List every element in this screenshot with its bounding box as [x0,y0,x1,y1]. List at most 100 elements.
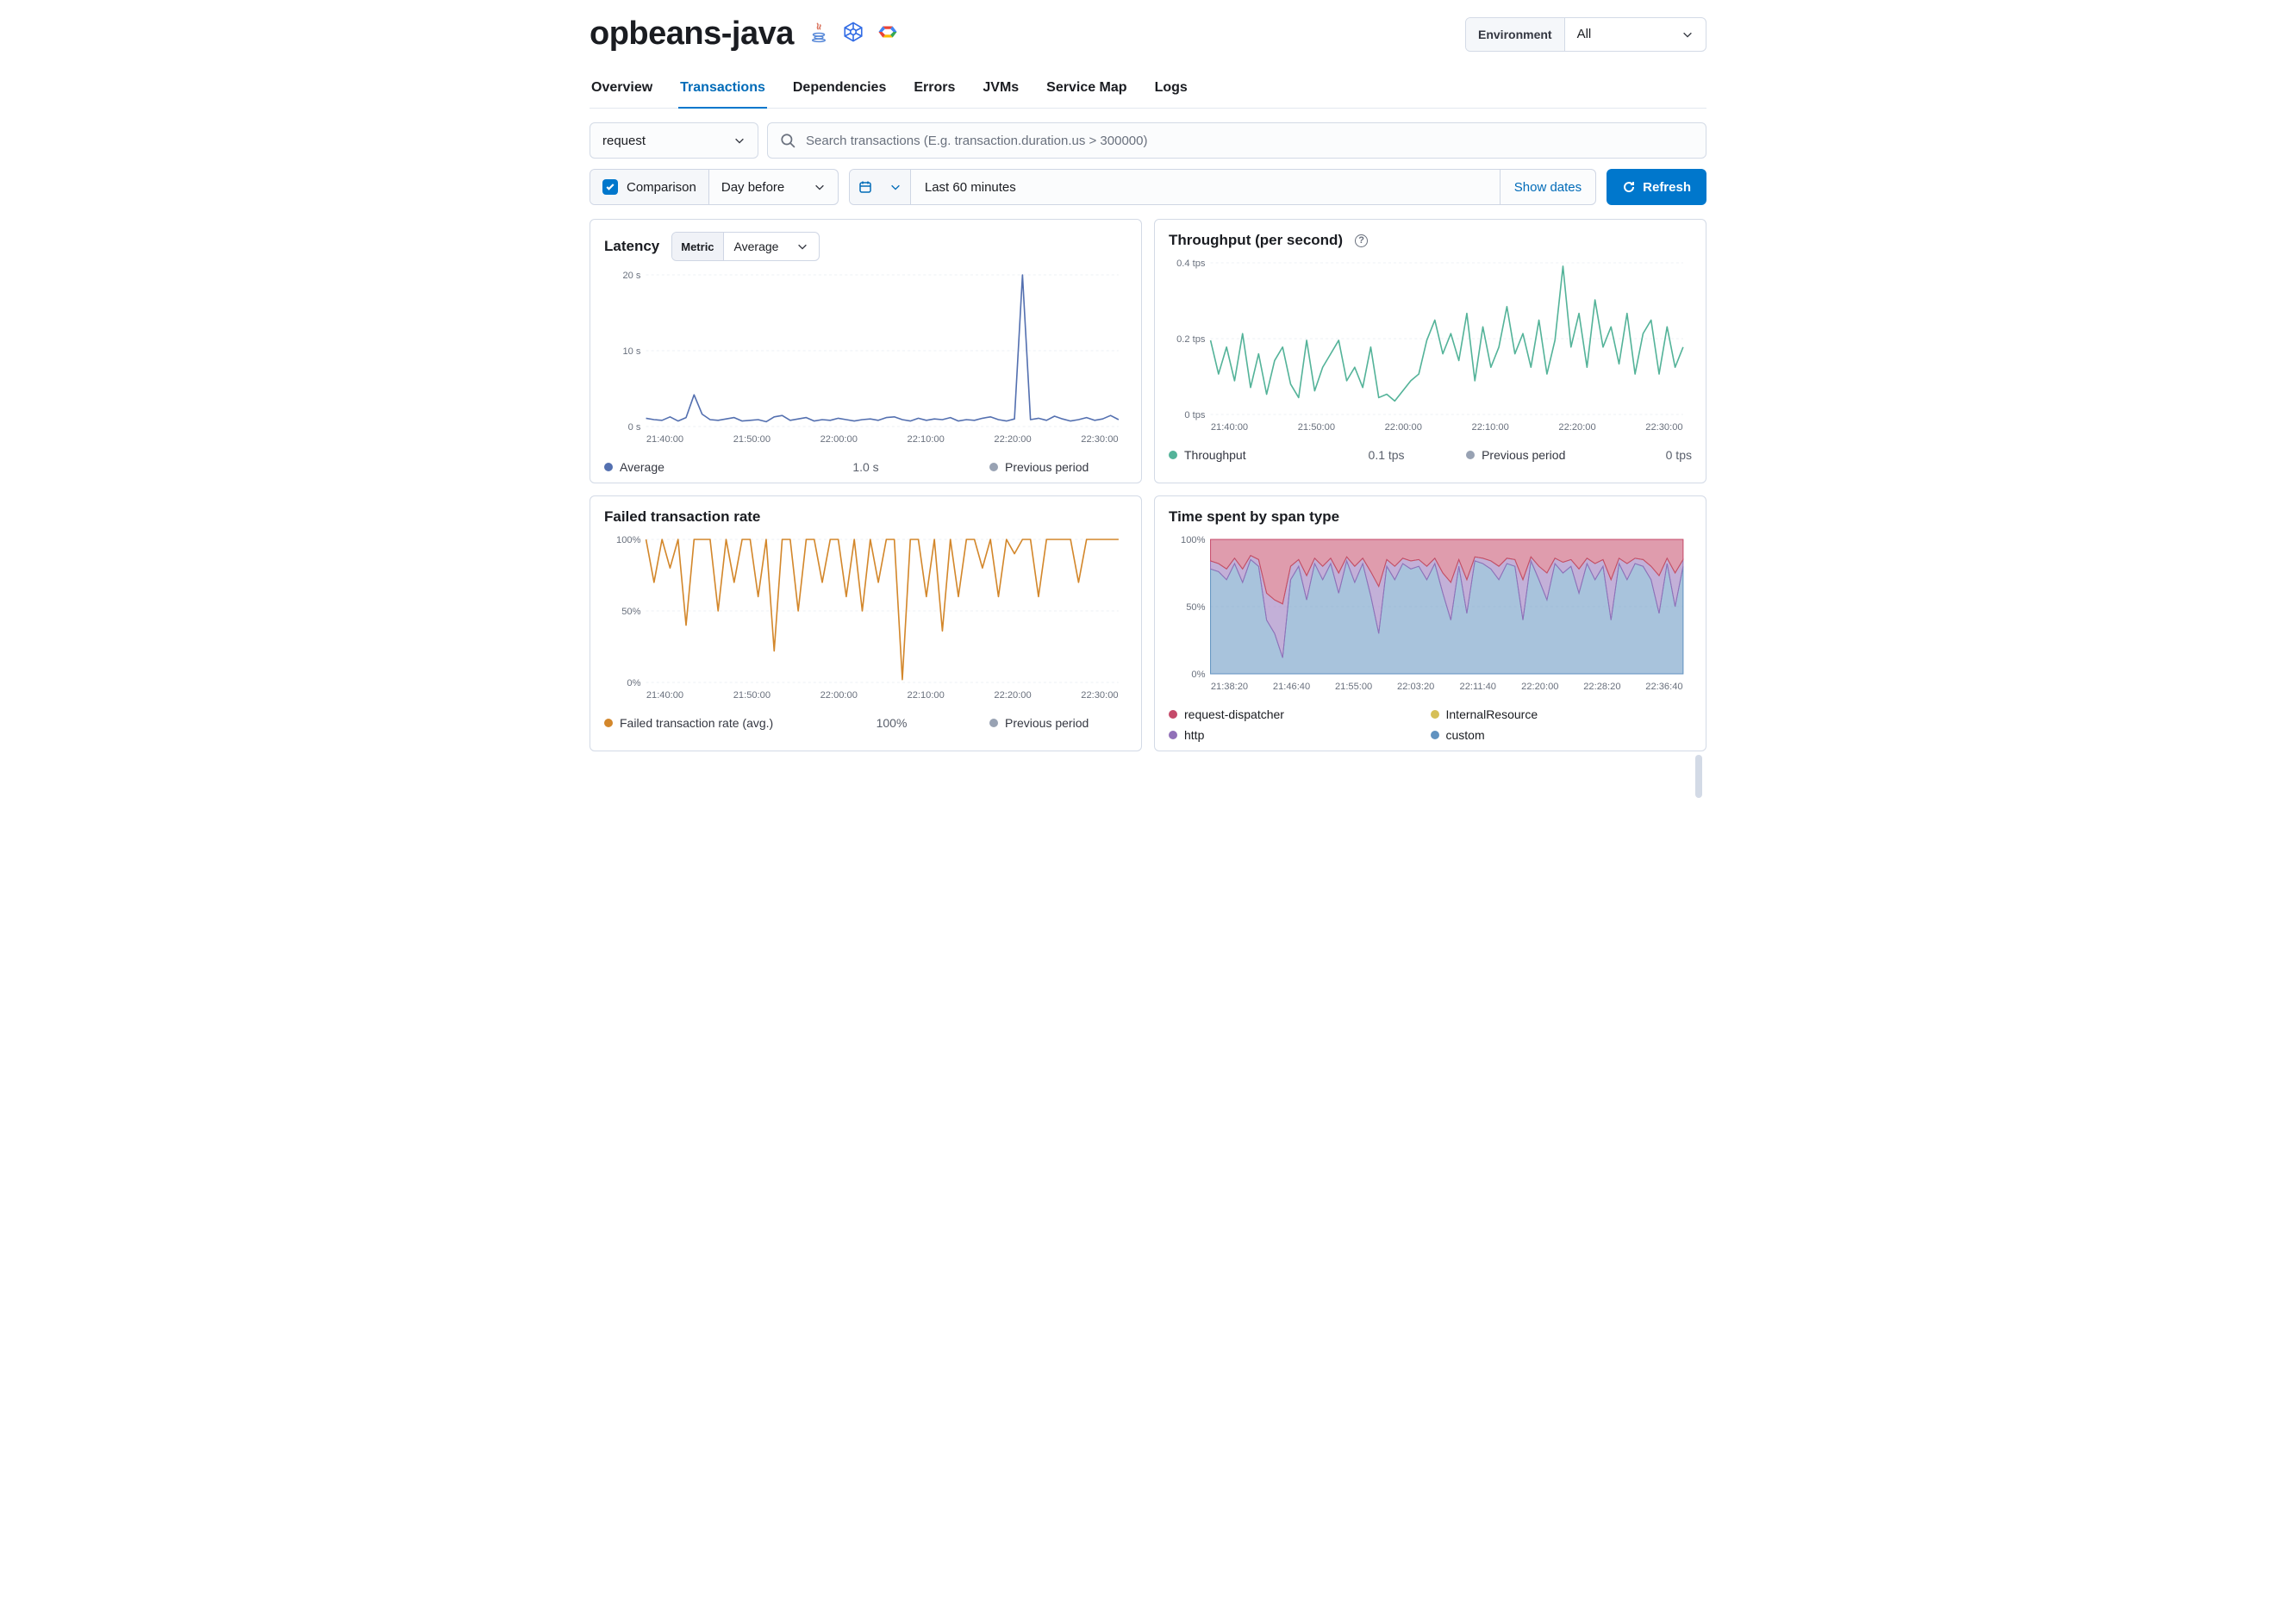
chart-latency[interactable]: 0 s 10 s 20 s 21:40:00 21:50:00 22:00:00 22:10… [604,266,1127,447]
svg-text:0.4 tps: 0.4 tps [1176,259,1206,269]
svg-text:22:11:40: 22:11:40 [1460,682,1496,692]
svg-text:22:10:00: 22:10:00 [908,434,945,445]
calendar-icon [858,180,872,194]
tab-logs[interactable]: Logs [1153,72,1189,108]
chart-throughput[interactable]: 0 tps0.2 tps0.4 tps21:40:0021:50:0022:00… [1169,254,1692,435]
comparison-select[interactable]: Day before [708,170,838,204]
legend-value: 0 tps [1666,448,1692,462]
refresh-icon [1622,180,1636,194]
transaction-type-value: request [602,134,646,148]
refresh-button[interactable]: Refresh [1607,169,1706,205]
latency-metric-value: Average [734,240,779,253]
legend-item[interactable]: http [1169,728,1431,742]
show-dates-link[interactable]: Show dates [1500,170,1595,204]
legend-value: 1.0 s [852,460,878,474]
svg-text:21:40:00: 21:40:00 [646,434,683,445]
comparison-label: Comparison [627,180,696,195]
svg-text:0 tps: 0 tps [1184,410,1206,420]
environment-selector[interactable]: Environment All [1465,17,1706,52]
chevron-down-icon [733,134,746,146]
comparison-value: Day before [721,180,784,195]
panel-spans: Time spent by span type 0%50%100%21:38:2… [1154,495,1706,751]
environment-value: All [1577,27,1592,41]
panel-latency-title: Latency [604,238,659,255]
tab-overview[interactable]: Overview [590,72,654,108]
chart-failed[interactable]: 0% 50% 100% 21:40:00 21:50:00 22:00:00 22:10:0… [604,531,1127,703]
svg-text:22:20:00: 22:20:00 [1521,682,1558,692]
svg-text:22:30:00: 22:30:00 [1081,434,1118,445]
latency-metric-label: Metric [672,233,723,260]
panel-spans-title: Time spent by span type [1169,508,1339,526]
svg-text:0%: 0% [627,678,640,688]
search-input[interactable] [804,133,1694,149]
svg-text:22:36:40: 22:36:40 [1645,682,1682,692]
legend-item[interactable]: InternalResource [1431,707,1693,721]
svg-text:22:10:00: 22:10:00 [908,690,945,701]
tab-transactions[interactable]: Transactions [678,72,767,108]
timerange-quick-button[interactable] [850,170,910,204]
legend-value: 0.1 tps [1369,448,1405,462]
legend-item[interactable]: Previous period [1466,448,1604,462]
svg-text:100%: 100% [1181,535,1206,545]
timerange-display[interactable]: Last 60 minutes [910,170,1500,204]
svg-text:22:20:00: 22:20:00 [994,690,1031,701]
latency-metric-select[interactable]: Metric Average [671,232,819,261]
svg-text:0.2 tps: 0.2 tps [1176,334,1206,345]
tab-service-map[interactable]: Service Map [1045,72,1128,108]
comparison-checkbox[interactable] [602,179,618,195]
svg-text:21:50:00: 21:50:00 [1298,422,1335,433]
svg-text:22:00:00: 22:00:00 [820,434,858,445]
info-icon[interactable]: ? [1355,234,1368,247]
svg-text:20 s: 20 s [622,271,640,281]
environment-label: Environment [1466,18,1565,51]
gcp-icon [877,21,899,47]
chevron-down-icon [1681,28,1694,40]
java-icon [808,21,830,47]
refresh-label: Refresh [1643,180,1691,195]
comparison-group: Comparison Day before [590,169,839,205]
legend-item[interactable]: Failed transaction rate (avg.) [604,716,794,730]
tab-dependencies[interactable]: Dependencies [791,72,888,108]
page-title: opbeans-java [590,16,794,53]
kubernetes-icon [842,21,864,47]
svg-text:0 s: 0 s [628,422,641,433]
svg-text:50%: 50% [1186,602,1205,613]
transaction-type-select[interactable]: request [590,122,758,159]
svg-text:21:40:00: 21:40:00 [646,690,683,701]
svg-text:22:30:00: 22:30:00 [1645,422,1682,433]
panel-latency: Latency Metric Average 0 s 10 s 20 s 21:40:… [590,219,1142,483]
panel-failed: Failed transaction rate 0% 50% 100% 21:40:0… [590,495,1142,751]
legend-item[interactable]: Throughput [1169,448,1307,462]
svg-text:22:00:00: 22:00:00 [1385,422,1422,433]
svg-text:21:55:00: 21:55:00 [1335,682,1372,692]
svg-text:0%: 0% [1191,670,1205,680]
chart-spans[interactable]: 0%50%100%21:38:2021:46:4021:55:0022:03:2… [1169,531,1692,695]
svg-text:22:10:00: 22:10:00 [1472,422,1509,433]
svg-text:100%: 100% [616,535,641,545]
scroll-indicator[interactable] [1695,755,1702,798]
legend-value: 100% [877,716,908,730]
search-box[interactable] [767,122,1706,159]
panel-throughput-title: Throughput (per second) [1169,232,1343,249]
svg-text:21:50:00: 21:50:00 [733,434,771,445]
svg-text:22:00:00: 22:00:00 [820,690,858,701]
svg-text:21:50:00: 21:50:00 [733,690,771,701]
legend-item[interactable]: Previous period [989,716,1127,730]
legend-item[interactable]: Average [604,460,742,474]
panel-failed-title: Failed transaction rate [604,508,760,526]
tabs: Overview Transactions Dependencies Errors JV… [590,72,1706,109]
timerange-group: Last 60 minutes Show dates [849,169,1596,205]
svg-text:22:20:00: 22:20:00 [1558,422,1595,433]
svg-text:22:20:00: 22:20:00 [994,434,1031,445]
comparison-toggle[interactable]: Comparison [590,170,708,204]
chevron-down-icon [814,181,826,193]
chevron-down-icon [796,240,808,252]
panel-throughput: Throughput (per second) ? 0 tps 0.2 tps 0.… [1154,219,1706,483]
tab-jvms[interactable]: JVMs [981,72,1020,108]
tab-errors[interactable]: Errors [912,72,957,108]
svg-text:50%: 50% [621,607,640,617]
legend-item[interactable]: Previous period [989,460,1127,474]
legend-item[interactable]: custom [1431,728,1693,742]
legend-item[interactable]: request-dispatcher [1169,707,1431,721]
svg-text:10 s: 10 s [622,346,640,357]
